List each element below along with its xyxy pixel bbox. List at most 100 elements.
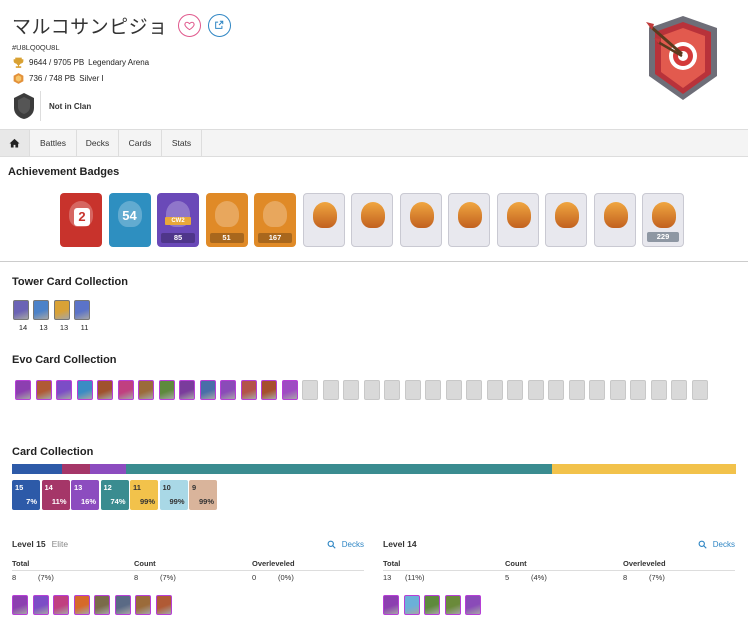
evo-card[interactable] [138, 380, 154, 400]
evo-card[interactable] [35, 380, 52, 400]
trophy-row: 9644 / 9705 PB Legendary Arena [12, 54, 612, 70]
evo-card-locked[interactable] [507, 380, 523, 400]
card-thumb[interactable] [155, 595, 172, 615]
tab-battles[interactable]: Battles [30, 130, 77, 156]
level-12-box[interactable]: 12 74% [100, 480, 129, 510]
collection-bar-segment [126, 464, 553, 474]
evo-card-locked[interactable] [404, 380, 421, 400]
card-thumb[interactable] [383, 595, 399, 615]
card-thumb[interactable] [114, 595, 131, 615]
evo-card[interactable] [220, 380, 236, 400]
crown-badge[interactable]: 167 [254, 193, 296, 247]
evo-card[interactable] [240, 380, 257, 400]
tab-decks[interactable]: Decks [77, 130, 119, 156]
arena-name: Legendary Arena [88, 57, 150, 67]
col-overleveled: Overleveled [252, 559, 295, 568]
card-thumb[interactable] [403, 595, 420, 615]
tournament-badge-7[interactable] [593, 193, 636, 247]
evo-card-locked[interactable] [527, 380, 544, 400]
tower-level: 13 [59, 323, 69, 332]
tower-card-art [12, 300, 29, 320]
tab-cards[interactable]: Cards [119, 130, 162, 156]
evo-card[interactable] [117, 380, 134, 400]
evo-card[interactable] [261, 380, 277, 400]
evo-card-locked[interactable] [486, 380, 503, 400]
level-percent: 99% [139, 497, 155, 506]
cards-collected-badge[interactable]: 51 [205, 193, 248, 247]
card-thumb[interactable] [94, 595, 110, 615]
card-thumb[interactable] [424, 595, 440, 615]
evo-card-locked[interactable] [445, 380, 462, 400]
panel-decks-link[interactable]: Decks [327, 540, 364, 549]
clan-wars-badge[interactable]: CW2 85 [157, 193, 199, 247]
evo-card[interactable] [76, 380, 93, 400]
evo-card-locked[interactable] [384, 380, 400, 400]
tournament-badge-1[interactable] [302, 193, 345, 247]
ranked-points: 736 / 748 PB [29, 73, 76, 83]
evo-card-locked[interactable] [589, 380, 605, 400]
evo-card-locked[interactable] [650, 380, 667, 400]
total-pct: (11%) [405, 573, 425, 582]
tab-stats[interactable]: Stats [162, 130, 202, 156]
evo-card-locked[interactable] [322, 380, 339, 400]
card-thumb[interactable] [53, 595, 69, 615]
level-13-box[interactable]: 13 16% [71, 480, 99, 510]
evo-card-locked[interactable] [343, 380, 359, 400]
evo-card-locked[interactable] [466, 380, 482, 400]
evo-card-locked[interactable] [363, 380, 380, 400]
level-badge[interactable]: 54 [108, 193, 151, 247]
level-number: 12 [103, 483, 112, 492]
tournament-badge-6[interactable] [545, 193, 587, 247]
card-thumb[interactable] [12, 595, 28, 615]
evo-card-locked[interactable] [671, 380, 687, 400]
over-value: 0 [252, 573, 257, 582]
evo-card-locked[interactable] [568, 380, 585, 400]
card-thumb[interactable] [73, 595, 90, 615]
level-number: 9 [192, 483, 197, 492]
share-button[interactable] [207, 13, 231, 37]
card-thumb[interactable] [135, 595, 151, 615]
level-11-box[interactable]: 11 99% [130, 480, 158, 510]
evo-card[interactable] [281, 380, 298, 400]
clan-divider [40, 91, 41, 121]
card-thumb[interactable] [444, 595, 461, 615]
panel-decks-link[interactable]: Decks [698, 540, 735, 549]
evo-card-locked[interactable] [691, 380, 708, 400]
evo-card[interactable] [179, 380, 195, 400]
level-percent: 99% [198, 497, 214, 506]
evo-card[interactable] [97, 380, 113, 400]
tournament-badge-3[interactable] [399, 193, 442, 247]
level-9-box[interactable]: 9 99% [189, 480, 217, 510]
years-played-badge[interactable]: 2 [60, 193, 102, 247]
evo-card[interactable] [56, 380, 72, 400]
evo-card-locked[interactable] [425, 380, 441, 400]
level-10-box[interactable]: 10 99% [159, 480, 188, 510]
badge-art [214, 201, 239, 227]
col-overleveled: Overleveled [623, 559, 666, 568]
evo-card-locked[interactable] [630, 380, 646, 400]
external-link-icon [215, 20, 224, 29]
col-total: Total [383, 559, 401, 568]
evo-card[interactable] [15, 380, 31, 400]
evo-card[interactable] [199, 380, 216, 400]
evo-card-locked[interactable] [302, 380, 318, 400]
tournament-badge-4[interactable] [448, 193, 490, 247]
tower-collection-title: Tower Card Collection [12, 276, 128, 288]
favorite-button[interactable] [177, 13, 201, 37]
card-thumb[interactable] [465, 595, 481, 615]
panel-values: 8 (7%) 8 (7%) 0 (0%) [12, 571, 364, 583]
level-14-panel: Level 14 Decks Total Count Overleveled 1… [383, 536, 735, 616]
achievements-title: Achievement Badges [8, 166, 120, 178]
evo-card[interactable] [158, 380, 175, 400]
evo-card-locked[interactable] [609, 380, 626, 400]
tower-card-art [53, 300, 70, 320]
tournament-badge-2[interactable] [351, 193, 393, 247]
level-14-box[interactable]: 14 11% [41, 480, 70, 510]
card-thumb[interactable] [32, 595, 49, 615]
decks-link-label: Decks [341, 540, 364, 549]
level-15-box[interactable]: 15 7% [12, 480, 40, 510]
emote-collection-badge[interactable]: 229 [642, 193, 684, 247]
tournament-badge-5[interactable] [496, 193, 539, 247]
tab-home[interactable] [0, 130, 30, 156]
evo-card-locked[interactable] [548, 380, 564, 400]
